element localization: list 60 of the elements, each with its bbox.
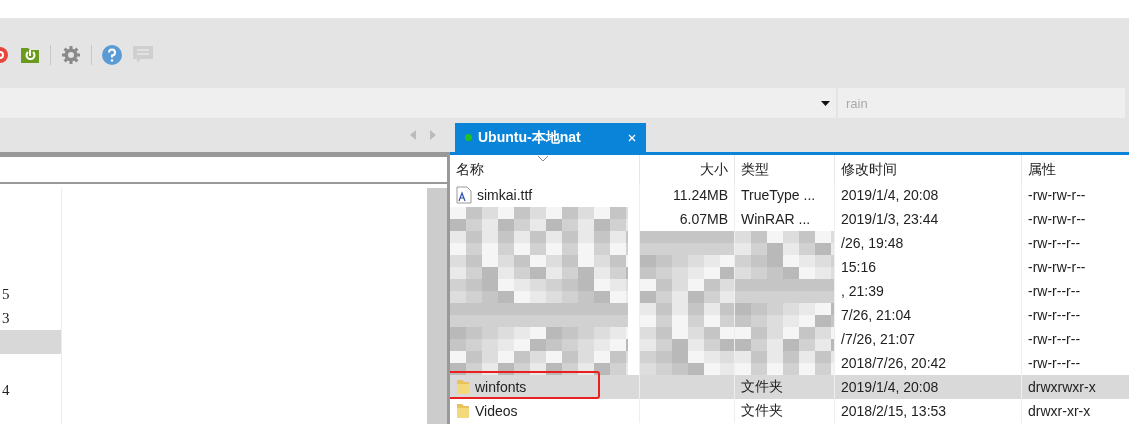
target-icon[interactable]	[0, 45, 10, 65]
file-permissions: drwxrwxr-x	[1028, 379, 1096, 395]
file-name: simkai.ttf	[477, 187, 533, 203]
file-permissions: -rw-rw-r--	[1028, 211, 1086, 227]
folder-icon	[456, 403, 470, 419]
file-permissions: -rw-r--r--	[1028, 355, 1081, 371]
file-permissions: -rw-r--r--	[1028, 307, 1081, 323]
folder-icon	[456, 379, 470, 395]
list-row[interactable]: 4	[0, 378, 61, 402]
file-permissions: -rw-rw-r--	[1028, 187, 1086, 203]
modified-time: /26, 19:48	[841, 235, 904, 251]
file-row[interactable]: /7/26, 21:07 -rw-r--r--	[450, 327, 1129, 351]
column-header[interactable]: 修改时间	[835, 155, 1022, 183]
settings-icon[interactable]	[61, 45, 81, 65]
close-icon[interactable]	[628, 133, 636, 142]
file-row[interactable]: /26, 19:48 -rw-r--r--	[450, 231, 1129, 255]
file-row[interactable]: 6.07MB WinRAR ... 2019/1/3, 23:44 -rw-rw-r--	[450, 207, 1129, 231]
column-header[interactable]: 大小	[640, 155, 735, 183]
caret-icon	[821, 100, 830, 106]
file-type: 文件夹	[741, 378, 783, 396]
search-field[interactable]: rain	[838, 88, 1125, 118]
modified-time: 15:16	[841, 259, 877, 275]
modified-time: 2019/1/4, 20:08	[841, 187, 939, 203]
file-size: 6.07MB	[679, 211, 728, 227]
session-tab[interactable]: Ubuntu-本地nat	[455, 123, 646, 152]
scroll-right-icon[interactable]	[430, 130, 436, 140]
file-type: WinRAR ...	[741, 211, 811, 227]
file-size: 11.24MB	[673, 187, 728, 203]
file-row[interactable]: 2018/7/26, 20:42 -rw-r--r--	[450, 351, 1129, 375]
file-row[interactable]: , 21:39 -rw-r--r--	[450, 279, 1129, 303]
column-header[interactable]: 属性	[1022, 155, 1129, 183]
font-file-icon	[456, 186, 472, 204]
file-row[interactable]: Videos 文件夹 2018/2/15, 13:53 drwxr-xr-x	[450, 399, 1129, 423]
list-row[interactable]: 3	[0, 306, 61, 330]
modified-time: /7/26, 21:07	[841, 331, 915, 347]
scrollbar[interactable]	[427, 188, 447, 424]
column-header[interactable]: 名称	[450, 155, 640, 183]
list-row[interactable]: 5	[0, 282, 61, 306]
sort-icon	[538, 156, 548, 161]
file-permissions: -rw-r--r--	[1028, 283, 1081, 299]
column-header[interactable]: 类型	[735, 155, 835, 183]
file-permissions: drwxr-xr-x	[1028, 403, 1091, 419]
file-permissions: -rw-rw-r--	[1028, 259, 1086, 275]
folder-icon[interactable]	[20, 46, 40, 64]
file-name: winfonts	[475, 379, 527, 395]
file-row[interactable]: 15:16 -rw-rw-r--	[450, 255, 1129, 279]
file-permissions: -rw-r--r--	[1028, 235, 1081, 251]
file-permissions: -rw-r--r--	[1028, 331, 1081, 347]
modified-time: 2018/7/26, 20:42	[841, 355, 947, 371]
help-icon[interactable]	[102, 45, 122, 65]
file-type: 文件夹	[741, 402, 783, 420]
modified-time: , 21:39	[841, 283, 884, 299]
modified-time: 2019/1/3, 23:44	[841, 211, 939, 227]
modified-time: 2018/2/15, 13:53	[841, 403, 947, 419]
file-row[interactable]: 7/26, 21:04 -rw-r--r--	[450, 303, 1129, 327]
modified-time: 2019/1/4, 20:08	[841, 379, 939, 395]
scroll-left-icon[interactable]	[410, 130, 416, 140]
file-name: Videos	[475, 403, 518, 419]
modified-time: 7/26, 21:04	[841, 307, 912, 323]
file-type: TrueType ...	[741, 187, 816, 203]
